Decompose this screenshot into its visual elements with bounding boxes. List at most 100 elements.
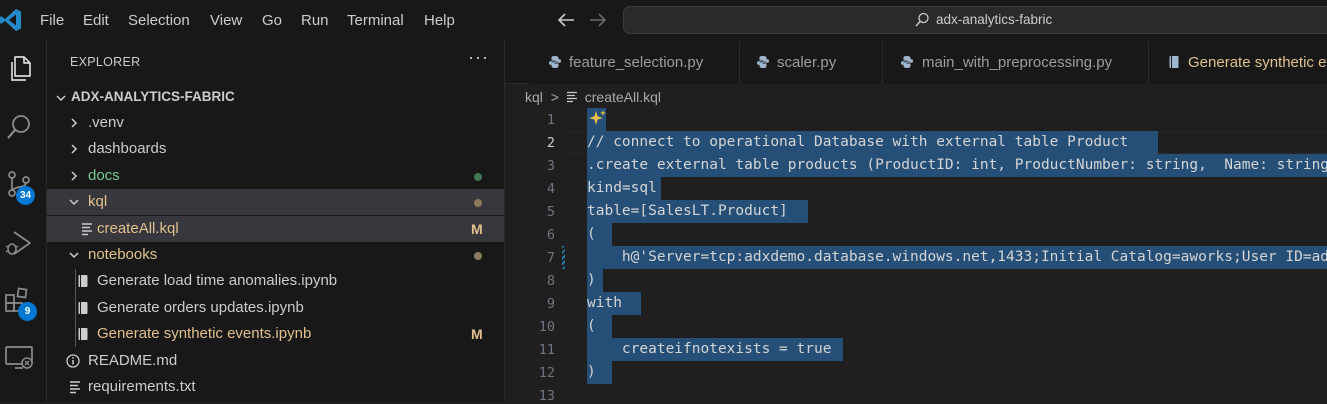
code-line[interactable]: with <box>587 292 631 315</box>
line-number: 6 <box>546 227 555 243</box>
tab-main-with-preprocessing[interactable]: main_with_preprocessing.py <box>883 41 1149 84</box>
tree-item-label: requirements.txt <box>88 378 196 395</box>
activity-remote-explorer[interactable] <box>3 341 35 373</box>
activity-run-debug[interactable] <box>3 227 35 259</box>
chevron-right-icon <box>68 163 82 189</box>
line-number: 11 <box>538 342 555 358</box>
breadcrumb: kql > createAll.kql <box>525 87 661 107</box>
chevron-down-icon <box>68 242 82 268</box>
menu-help[interactable]: Help <box>424 0 455 41</box>
tree-item-label: dashboards <box>88 140 167 157</box>
tree-item-label: .venv <box>88 114 124 131</box>
tree-item-readme[interactable]: README.md <box>47 348 504 374</box>
modified-dot-icon <box>474 199 482 207</box>
tree-item-notebook-synthetic[interactable]: Generate synthetic events.ipynb M <box>47 321 504 347</box>
code-line[interactable]: .create external table products (Product… <box>587 154 1327 177</box>
notebook-icon <box>78 275 88 287</box>
tab-strip: feature_selection.py scaler.py main_with… <box>505 41 1327 84</box>
code-line[interactable]: createifnotexists = true <box>587 338 840 361</box>
sparkle-icon[interactable] <box>587 109 607 129</box>
tab-label: feature_selection.py <box>569 54 704 71</box>
line-number: 5 <box>546 204 555 220</box>
code-line[interactable]: ) <box>587 361 604 384</box>
menu-view[interactable]: View <box>210 0 242 41</box>
activity-search[interactable] <box>3 111 35 143</box>
tab-feature-selection[interactable]: feature_selection.py <box>529 41 740 84</box>
menu-go[interactable]: Go <box>262 0 282 41</box>
command-center-search[interactable]: adx-analytics-fabric <box>623 6 1327 34</box>
python-icon <box>901 56 913 68</box>
menu-edit[interactable]: Edit <box>83 0 109 41</box>
tree-item-dashboards[interactable]: dashboards <box>47 136 504 162</box>
python-icon <box>757 56 769 68</box>
tab-generate-synthetic-events[interactable]: Generate synthetic events.ipynb <box>1149 41 1327 84</box>
tree-item-label: notebooks <box>88 246 158 263</box>
line-number: 12 <box>538 365 555 381</box>
tree-item-label: README.md <box>88 352 178 369</box>
modified-dot-icon <box>474 252 482 260</box>
modified-status: M <box>471 326 483 342</box>
menu-run[interactable]: Run <box>301 0 329 41</box>
tree-item-notebook-orders[interactable]: Generate orders updates.ipynb <box>47 295 504 321</box>
vscode-logo-icon <box>0 9 21 31</box>
workspace-root-folder[interactable]: ADX-ANALYTICS-FABRIC <box>55 87 495 109</box>
code-line[interactable]: ( <box>587 223 604 246</box>
menu-terminal[interactable]: Terminal <box>347 0 404 41</box>
explorer-sidebar: EXPLORER ··· ADX-ANALYTICS-FABRIC .venv … <box>47 41 505 402</box>
run-debug-icon <box>5 231 31 255</box>
breadcrumb-folder[interactable]: kql <box>525 89 543 105</box>
tree-item-label: Generate load time anomalies.ipynb <box>97 272 338 289</box>
tree-item-label: createAll.kql <box>97 220 179 237</box>
code-line[interactable]: ) <box>587 269 596 292</box>
breadcrumb-file[interactable]: createAll.kql <box>585 89 661 105</box>
line-number: 10 <box>538 319 555 335</box>
code-line[interactable]: ( <box>587 315 604 338</box>
tree-item-createall-kql[interactable]: createAll.kql M <box>47 216 504 242</box>
files-icon <box>11 56 31 81</box>
lines-file-icon <box>566 91 577 103</box>
line-number: 7 <box>546 250 555 266</box>
forward-arrow-icon[interactable] <box>588 9 608 31</box>
info-icon <box>66 354 80 368</box>
code-line[interactable]: kind=sql <box>587 177 657 200</box>
chevron-right-icon <box>68 110 82 136</box>
more-actions-icon[interactable]: ··· <box>468 47 489 68</box>
command-center-text: adx-analytics-fabric <box>936 12 1053 27</box>
line-number: 1 <box>546 112 555 128</box>
activity-explorer[interactable] <box>3 53 35 85</box>
python-icon <box>549 56 561 68</box>
breadcrumb-separator: > <box>550 89 559 105</box>
explorer-title: EXPLORER <box>70 55 141 69</box>
tree-item-venv[interactable]: .venv <box>47 110 504 136</box>
notebook-icon <box>78 302 88 314</box>
code-line[interactable]: h@'Server=tcp:adxdemo.database.windows.n… <box>587 246 1327 269</box>
git-change-marker <box>562 246 565 269</box>
modified-status: M <box>471 221 483 237</box>
title-bar: File Edit Selection View Go Run Terminal… <box>0 0 1327 41</box>
menu-selection[interactable]: Selection <box>128 0 190 41</box>
tab-scaler[interactable]: scaler.py <box>740 41 883 84</box>
back-arrow-icon[interactable] <box>556 9 576 31</box>
tree-item-kql[interactable]: kql <box>47 189 504 215</box>
search-icon <box>7 115 30 139</box>
tree-item-notebooks[interactable]: notebooks <box>47 242 504 268</box>
menu-file[interactable]: File <box>40 0 64 41</box>
line-number: 3 <box>546 158 555 174</box>
extensions-badge: 9 <box>18 302 37 321</box>
notebook-icon <box>1169 56 1179 68</box>
code-line[interactable]: table=[SalesLT.Product] <box>587 200 788 223</box>
tree-item-notebook-load-time[interactable]: Generate load time anomalies.ipynb <box>47 268 504 294</box>
line-number: 9 <box>546 296 555 312</box>
notebook-icon <box>78 328 88 340</box>
chevron-down-icon <box>68 189 82 215</box>
tree-item-label: kql <box>88 193 108 210</box>
line-number: 2 <box>546 135 555 151</box>
editor-area: feature_selection.py scaler.py main_with… <box>505 41 1327 404</box>
tree-item-docs[interactable]: docs <box>47 163 504 189</box>
tree-item-requirements[interactable]: requirements.txt <box>47 374 504 400</box>
tree-item-label: Generate orders updates.ipynb <box>97 299 304 316</box>
tree-item-label: Generate synthetic events.ipynb <box>97 325 312 342</box>
code-line[interactable]: // connect to operational Database with … <box>587 131 1137 154</box>
lines-file-icon <box>82 223 92 236</box>
line-number: 4 <box>546 181 555 197</box>
